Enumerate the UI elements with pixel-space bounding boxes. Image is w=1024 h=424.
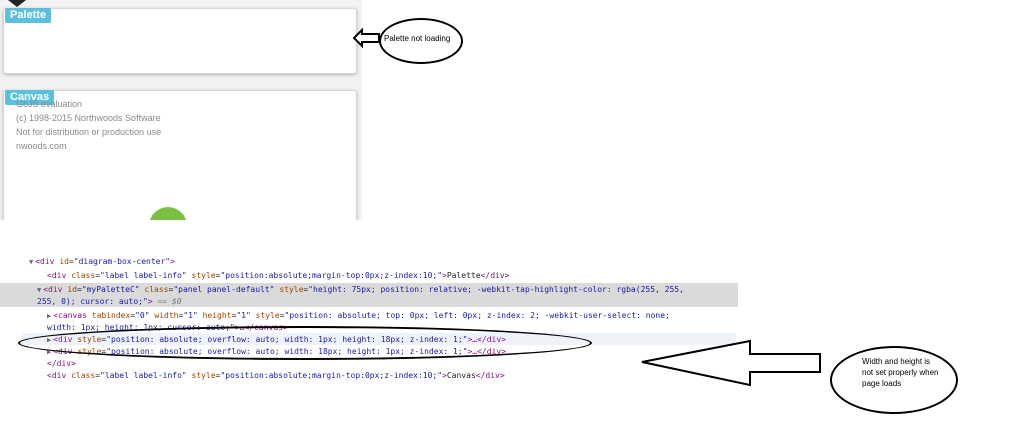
size-callout: Width and height is not set properly whe… — [830, 346, 958, 414]
watermark-line: (c) 1998-2015 Northwoods Software — [16, 113, 161, 123]
dom-node-close-div[interactable]: </div> — [47, 358, 76, 370]
dom-node-canvas-label[interactable]: <div class="label label-info" style="pos… — [47, 370, 505, 382]
highlight-ellipse — [18, 326, 592, 360]
dom-node-palette-label[interactable]: <div class="label label-info" style="pos… — [47, 270, 509, 282]
dom-node-diagram-box[interactable]: ▼ <div id="diagram-box-center"> — [29, 256, 175, 268]
left-arrow-icon — [352, 28, 380, 48]
dom-node-mypalettec-continued[interactable]: 255, 0); cursor: auto;"> == $0 — [37, 296, 182, 308]
watermark-line: GoJS evaluation — [16, 99, 83, 109]
caret-down-icon — [8, 0, 26, 7]
dom-node-mypalettec[interactable]: ▼ <div id="myPaletteC" class="panel panel… — [37, 284, 684, 296]
watermark-line: nwoods.com — [16, 141, 67, 151]
watermark-line: Not for distribution or production use — [16, 127, 162, 137]
expand-triangle-icon[interactable]: ▶ — [47, 312, 51, 320]
collapse-triangle-icon[interactable]: ▼ — [29, 258, 33, 266]
palette-label: Palette — [5, 8, 52, 23]
palette-callout: Palette not loading — [379, 18, 463, 64]
left-arrow-icon — [641, 339, 821, 387]
collapse-triangle-icon[interactable]: ▼ — [37, 286, 41, 294]
dom-node-canvas[interactable]: ▶ <canvas tabindex="0" width="1" height="… — [47, 310, 670, 322]
palette-callout-text: Palette not loading — [384, 34, 451, 43]
size-callout-text: Width and height is not set properly whe… — [862, 357, 939, 388]
app-area-bottom — [0, 220, 362, 250]
gojs-watermark: GoJS evaluation (c) 1998-2015 Northwoods… — [16, 97, 161, 153]
palette-panel[interactable] — [3, 8, 357, 74]
